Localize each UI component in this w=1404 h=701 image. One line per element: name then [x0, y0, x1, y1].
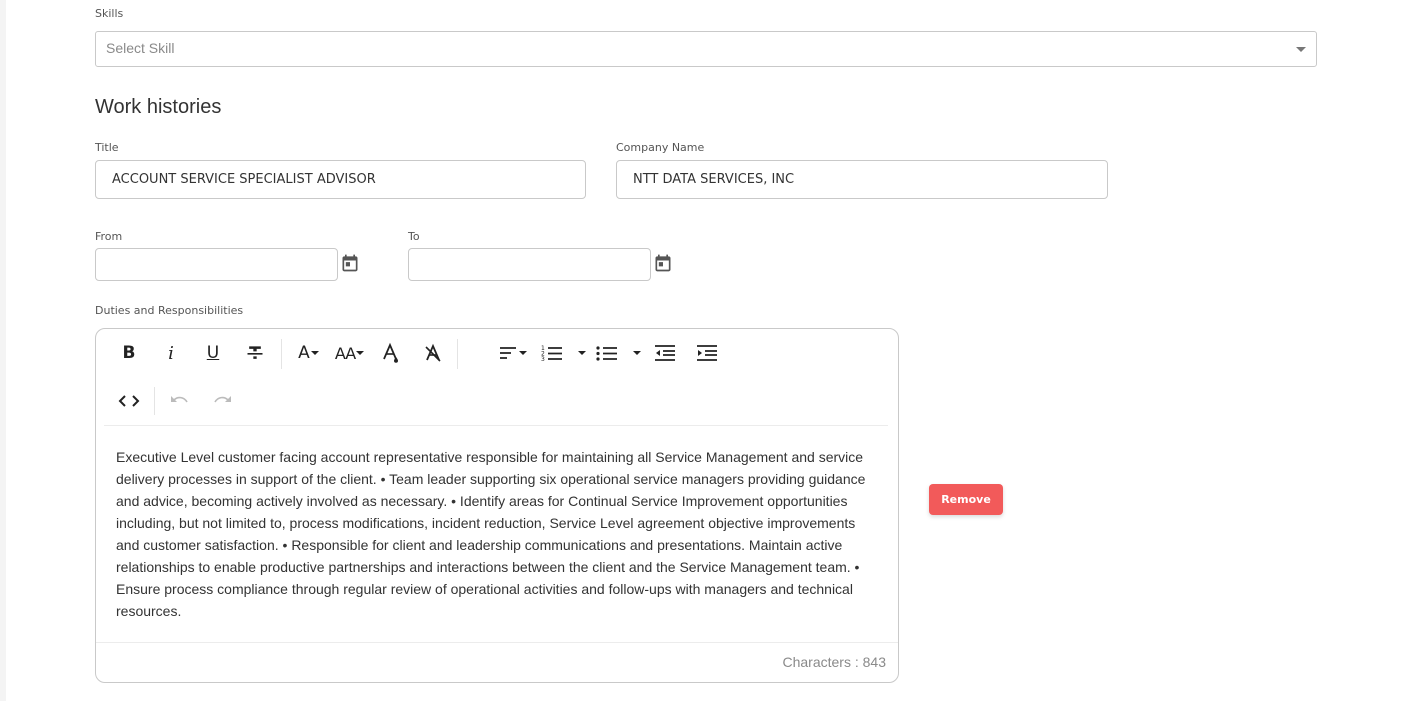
- unordered-list-icon: [596, 346, 617, 361]
- clear-format-icon: [425, 343, 441, 362]
- svg-text:3: 3: [541, 356, 545, 362]
- chevron-down-icon: [310, 351, 319, 355]
- chevron-down-icon: [1296, 47, 1306, 52]
- skills-placeholder: Select Skill: [106, 40, 175, 56]
- indent-icon: [697, 345, 717, 361]
- font-family-button[interactable]: A: [292, 339, 326, 367]
- text-color-button[interactable]: [377, 339, 405, 367]
- italic-button[interactable]: i: [157, 339, 185, 367]
- redo-icon: [214, 396, 231, 403]
- undo-button[interactable]: [166, 387, 194, 415]
- font-family-icon: A: [298, 343, 310, 363]
- calendar-icon[interactable]: [653, 253, 673, 273]
- from-date-input[interactable]: [95, 248, 338, 281]
- undo-icon: [171, 396, 188, 403]
- toolbar-divider: [104, 425, 888, 426]
- calendar-icon[interactable]: [340, 253, 360, 273]
- left-edge-strip: [0, 0, 6, 701]
- work-histories-heading: Work histories: [95, 96, 222, 118]
- title-label: Title: [95, 141, 119, 154]
- to-label: To: [408, 230, 420, 243]
- toolbar-separator: [281, 339, 282, 369]
- footer-divider: [96, 642, 898, 643]
- font-size-button[interactable]: AA: [332, 339, 368, 367]
- font-size-icon: AA: [334, 343, 356, 363]
- code-view-button[interactable]: [115, 387, 143, 415]
- company-input[interactable]: NTT DATA SERVICES, INC: [616, 160, 1108, 199]
- skills-select[interactable]: Select Skill: [95, 31, 1317, 67]
- align-icon: [500, 347, 516, 359]
- outdent-icon: [655, 345, 675, 361]
- bold-icon: B: [122, 343, 136, 363]
- unordered-list-button[interactable]: [596, 339, 642, 367]
- title-input[interactable]: ACCOUNT SERVICE SPECIALIST ADVISOR: [95, 160, 586, 199]
- toolbar-separator: [457, 339, 458, 369]
- ordered-list-button[interactable]: 1 2 3: [541, 339, 587, 367]
- strikethrough-icon: [247, 346, 263, 359]
- chevron-down-icon: [578, 351, 586, 355]
- duties-label: Duties and Responsibilities: [95, 304, 244, 317]
- chevron-down-icon: [633, 351, 641, 355]
- text-color-icon: [383, 342, 398, 363]
- bold-button[interactable]: B: [115, 339, 143, 367]
- outdent-button[interactable]: [651, 339, 679, 367]
- duties-text[interactable]: Executive Level customer facing account …: [116, 446, 876, 622]
- from-label: From: [95, 230, 123, 243]
- skills-label: Skills: [95, 7, 124, 20]
- character-count: Characters : 843: [782, 654, 887, 670]
- chevron-down-icon: [519, 351, 527, 355]
- align-button[interactable]: [495, 339, 531, 367]
- strikethrough-button[interactable]: [241, 339, 269, 367]
- company-label: Company Name: [616, 141, 705, 154]
- toolbar-separator: [154, 387, 155, 415]
- chevron-down-icon: [356, 351, 365, 355]
- italic-icon: i: [168, 342, 174, 364]
- duties-editor[interactable]: B i U A AA 1 2 3 Executive Level custome…: [95, 328, 899, 683]
- clear-format-button[interactable]: [419, 339, 447, 367]
- ordered-list-icon: 1 2 3: [541, 345, 562, 362]
- remove-button[interactable]: Remove: [929, 484, 1003, 515]
- underline-icon: U: [206, 343, 220, 363]
- redo-button[interactable]: [208, 387, 236, 415]
- code-view-icon: [118, 395, 140, 407]
- underline-button[interactable]: U: [199, 339, 227, 367]
- indent-button[interactable]: [693, 339, 721, 367]
- to-date-input[interactable]: [408, 248, 651, 281]
